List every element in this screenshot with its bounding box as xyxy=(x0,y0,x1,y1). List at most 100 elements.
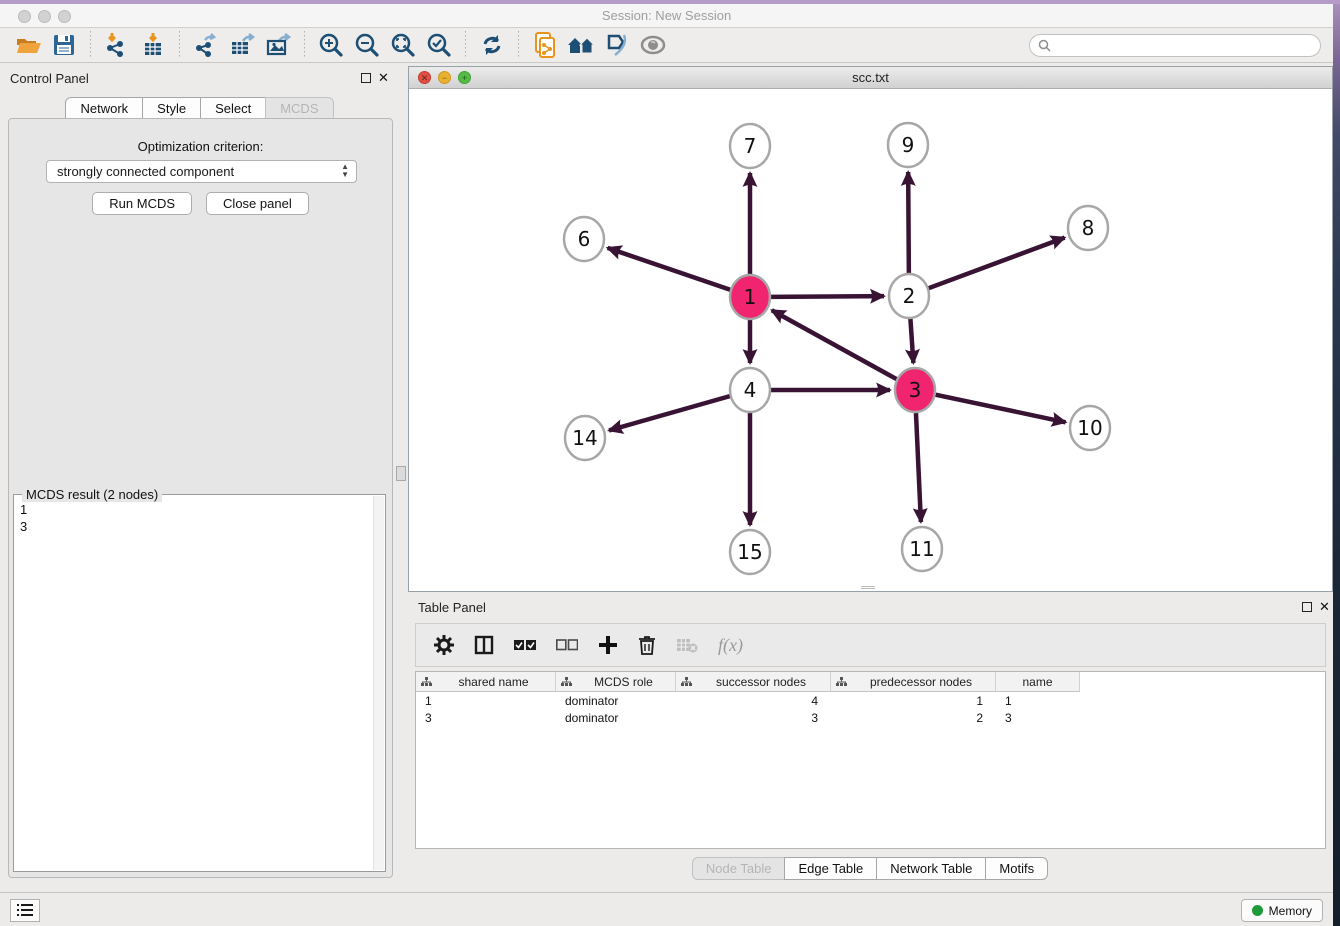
graph-node-11[interactable]: 11 xyxy=(902,527,942,571)
column-header-predecessor-nodes[interactable]: predecessor nodes xyxy=(831,672,996,692)
memory-button[interactable]: Memory xyxy=(1241,899,1323,922)
table-body: 1dominator4113dominator323 xyxy=(416,692,1325,726)
show-all-columns-button[interactable] xyxy=(514,639,536,651)
edge-3-1[interactable] xyxy=(772,310,897,379)
table-cell[interactable]: dominator xyxy=(556,692,676,709)
edge-2-8[interactable] xyxy=(929,238,1065,289)
function-builder-button-disabled: f(x) xyxy=(718,635,743,656)
graph-node-3[interactable]: 3 xyxy=(895,368,935,412)
edge-1-2[interactable] xyxy=(771,296,884,297)
mcds-result-text[interactable]: 1 3 xyxy=(20,501,27,535)
hide-graphics-details-button[interactable] xyxy=(602,30,632,60)
import-table-button[interactable] xyxy=(138,30,168,60)
refresh-button[interactable] xyxy=(477,30,507,60)
table-cell[interactable]: 3 xyxy=(676,709,831,726)
task-history-button[interactable] xyxy=(10,899,40,922)
zoom-out-button[interactable] xyxy=(352,30,382,60)
graph-node-15[interactable]: 15 xyxy=(730,530,770,574)
graph-node-2[interactable]: 2 xyxy=(889,274,929,318)
run-mcds-button[interactable]: Run MCDS xyxy=(92,192,192,215)
graph-node-4[interactable]: 4 xyxy=(730,368,770,412)
table-settings-button[interactable] xyxy=(434,635,454,655)
column-type-icon xyxy=(421,677,432,687)
network-resize-grip[interactable] xyxy=(861,586,875,590)
delete-column-button[interactable] xyxy=(638,635,656,656)
first-neighbors-button[interactable] xyxy=(566,30,596,60)
search-input[interactable] xyxy=(1029,34,1321,57)
graph-node-10[interactable]: 10 xyxy=(1070,406,1110,450)
network-canvas[interactable]: 7 9 6 8 1 2 4 3 14 10 15 11 xyxy=(409,89,1332,591)
open-session-button[interactable] xyxy=(13,30,43,60)
export-network-button[interactable] xyxy=(191,30,221,60)
selected-option: strongly connected component xyxy=(57,164,234,179)
edge-4-14[interactable] xyxy=(609,396,730,430)
graph-node-9[interactable]: 9 xyxy=(888,123,928,167)
column-header-successor-nodes[interactable]: successor nodes xyxy=(676,672,831,692)
table-cell[interactable]: dominator xyxy=(556,709,676,726)
import-network-button[interactable] xyxy=(102,30,132,60)
table-cell[interactable]: 1 xyxy=(996,692,1080,709)
graph-node-14[interactable]: 14 xyxy=(565,416,605,460)
hide-all-columns-button[interactable] xyxy=(556,639,578,651)
column-header-name[interactable]: name xyxy=(996,672,1080,692)
edge-2-3[interactable] xyxy=(910,318,913,363)
column-type-icon xyxy=(836,677,847,687)
table-header-row: shared nameMCDS rolesuccessor nodesprede… xyxy=(416,672,1325,692)
table-cell[interactable]: 2 xyxy=(831,709,996,726)
edge-2-9[interactable] xyxy=(908,172,909,274)
tab-network[interactable]: Network xyxy=(65,97,143,120)
result-scrollbar[interactable] xyxy=(373,496,384,870)
edge-1-6[interactable] xyxy=(608,248,731,290)
table-cell[interactable]: 4 xyxy=(676,692,831,709)
add-column-button[interactable] xyxy=(598,635,618,655)
plus-icon xyxy=(598,635,618,655)
float-panel-icon[interactable] xyxy=(361,73,371,83)
toolbar-separator xyxy=(179,31,180,59)
tab-mcds[interactable]: MCDS xyxy=(265,97,333,120)
zoom-fit-button[interactable] xyxy=(388,30,418,60)
column-header-MCDS-role[interactable]: MCDS role xyxy=(556,672,676,692)
hide-details-icon xyxy=(604,32,630,58)
table-row[interactable]: 1dominator411 xyxy=(416,692,1325,709)
edge-3-10[interactable] xyxy=(936,395,1066,423)
table-cell[interactable]: 3 xyxy=(996,709,1080,726)
panel-splitter-grip[interactable] xyxy=(396,466,406,481)
close-panel-button[interactable]: Close panel xyxy=(206,192,309,215)
node-label: 10 xyxy=(1077,416,1102,440)
columns-icon xyxy=(474,635,494,655)
graph-node-1[interactable]: 1 xyxy=(730,275,770,319)
edge-3-11[interactable] xyxy=(916,412,921,522)
column-manager-button[interactable] xyxy=(474,635,494,655)
tab-edge-table[interactable]: Edge Table xyxy=(784,857,877,880)
table-cell[interactable]: 3 xyxy=(416,709,556,726)
close-panel-icon[interactable]: ✕ xyxy=(378,70,389,86)
column-header-shared-name[interactable]: shared name xyxy=(416,672,556,692)
graph-node-7[interactable]: 7 xyxy=(730,124,770,168)
delete-table-button-disabled xyxy=(676,637,698,653)
duplicate-network-button[interactable] xyxy=(530,30,560,60)
close-table-panel-icon[interactable]: ✕ xyxy=(1319,599,1330,615)
tab-select[interactable]: Select xyxy=(200,97,266,120)
tab-node-table[interactable]: Node Table xyxy=(692,857,786,880)
table-row[interactable]: 3dominator323 xyxy=(416,709,1325,726)
search-icon xyxy=(1038,39,1051,52)
export-table-button[interactable] xyxy=(227,30,257,60)
column-type-icon xyxy=(561,677,572,687)
optimization-criterion-select[interactable]: strongly connected component ▲▼ xyxy=(46,160,357,183)
zoom-in-button[interactable] xyxy=(316,30,346,60)
export-image-button[interactable] xyxy=(263,30,293,60)
save-session-button[interactable] xyxy=(49,30,79,60)
tab-motifs[interactable]: Motifs xyxy=(985,857,1048,880)
float-table-panel-icon[interactable] xyxy=(1302,602,1312,612)
graph-node-8[interactable]: 8 xyxy=(1068,206,1108,250)
tab-network-table[interactable]: Network Table xyxy=(876,857,986,880)
table-cell[interactable]: 1 xyxy=(416,692,556,709)
list-icon xyxy=(17,904,33,917)
tab-style[interactable]: Style xyxy=(142,97,201,120)
graph-node-6[interactable]: 6 xyxy=(564,217,604,261)
zoom-selected-button[interactable] xyxy=(424,30,454,60)
control-panel-title: Control Panel xyxy=(10,71,89,86)
show-hide-view-button[interactable] xyxy=(638,30,668,60)
network-window-titlebar[interactable]: ✕ − + scc.txt xyxy=(409,67,1332,89)
table-cell[interactable]: 1 xyxy=(831,692,996,709)
